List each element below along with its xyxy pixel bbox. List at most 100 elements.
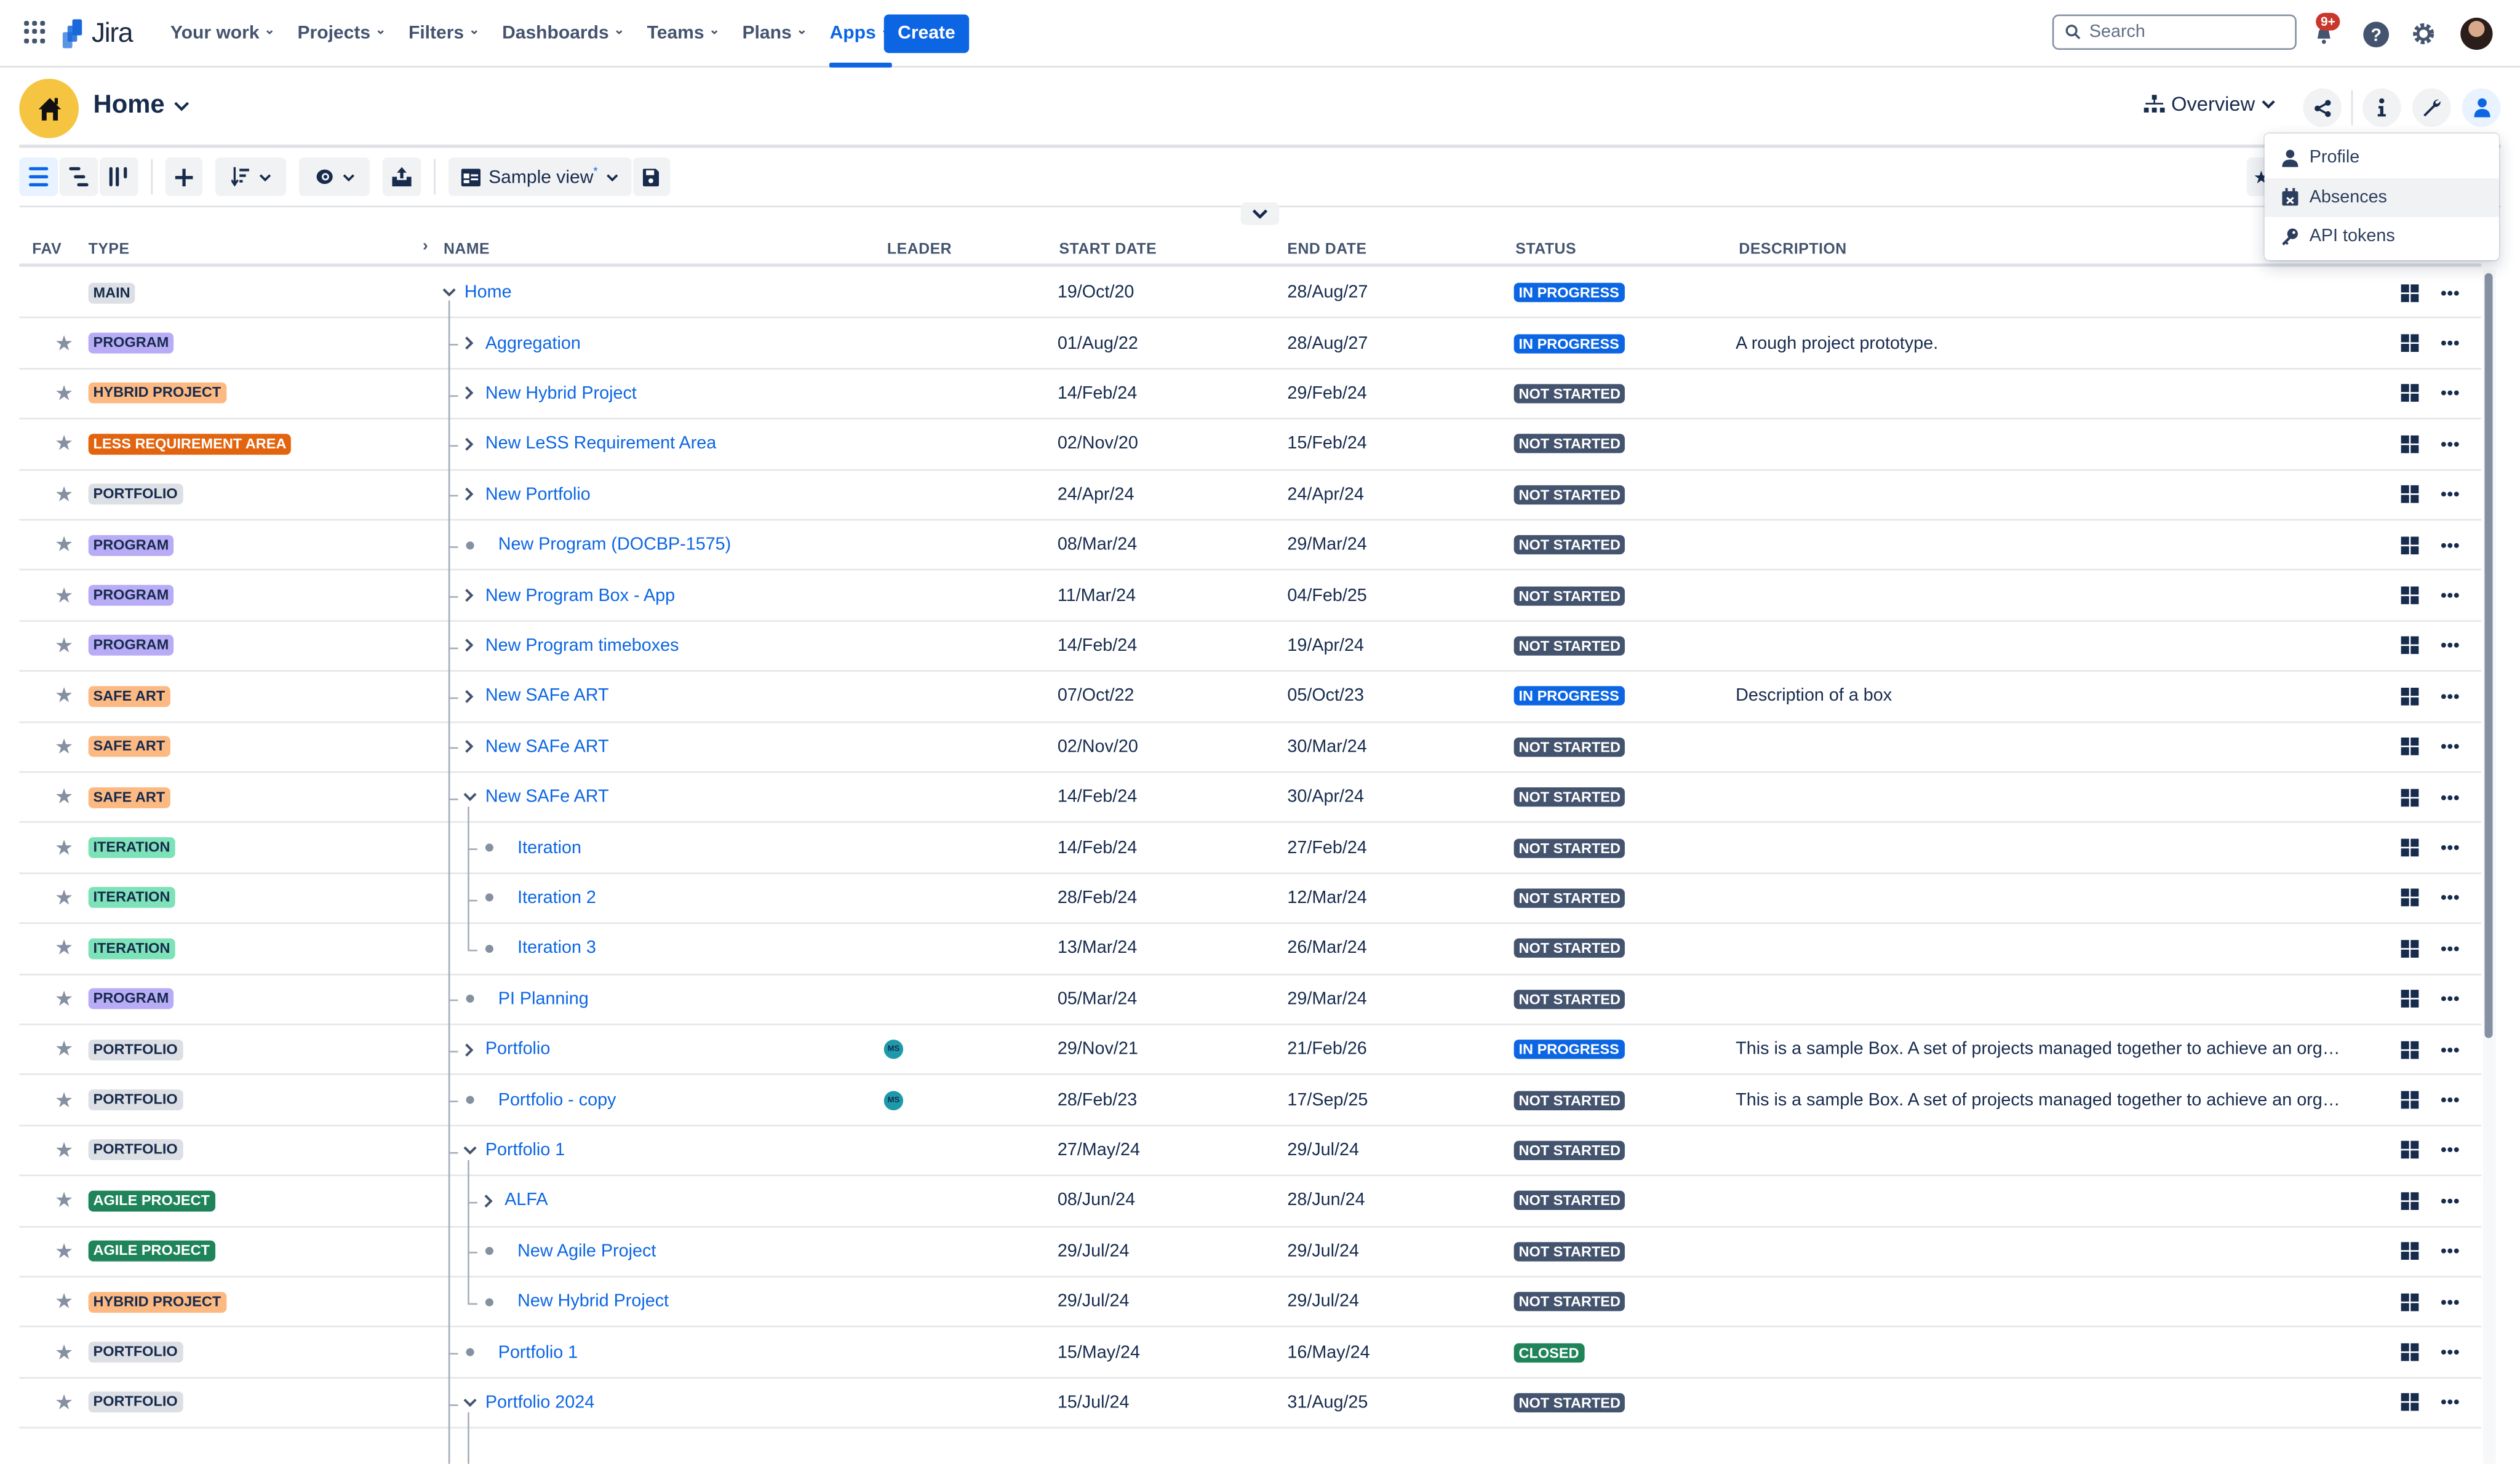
chevron-right-icon[interactable] bbox=[461, 639, 477, 653]
table-row[interactable]: ★ PROGRAM PI Planning 05/Mar/24 29/Mar/24 NOT… bbox=[19, 975, 2482, 1025]
favorite-star-icon[interactable]: ★ bbox=[55, 369, 73, 418]
nav-item-your-work[interactable]: Your work ⌄ bbox=[170, 0, 275, 68]
open-board-button[interactable] bbox=[2401, 470, 2419, 519]
favorite-star-icon[interactable]: ★ bbox=[55, 1378, 73, 1427]
more-actions-button[interactable] bbox=[2441, 1328, 2459, 1377]
more-actions-button[interactable] bbox=[2441, 1076, 2459, 1124]
favorite-star-icon[interactable]: ★ bbox=[55, 975, 73, 1024]
column-header-status[interactable]: STATUS bbox=[1515, 241, 1576, 259]
nav-item-dashboards[interactable]: Dashboards ⌄ bbox=[502, 0, 624, 68]
open-board-button[interactable] bbox=[2401, 571, 2419, 619]
table-row[interactable]: ★ AGILE PROJECT New Agile Project 29/Jul/24… bbox=[19, 1227, 2482, 1278]
open-board-button[interactable] bbox=[2401, 1328, 2419, 1377]
user-avatar[interactable] bbox=[2460, 17, 2493, 50]
favorite-star-icon[interactable]: ★ bbox=[55, 1126, 73, 1175]
item-name-link[interactable]: New Program (DOCBP-1575) bbox=[498, 535, 731, 554]
help-icon[interactable]: ? bbox=[2359, 18, 2391, 50]
share-button[interactable] bbox=[2303, 88, 2342, 127]
favorite-star-icon[interactable]: ★ bbox=[55, 571, 73, 619]
chevron-right-icon[interactable] bbox=[480, 1194, 496, 1209]
chevron-down-icon[interactable] bbox=[461, 792, 477, 802]
table-row[interactable]: ★ PROGRAM New Program timeboxes 14/Feb/24 19… bbox=[19, 621, 2482, 672]
more-actions-button[interactable] bbox=[2441, 369, 2459, 418]
export-button[interactable] bbox=[382, 157, 421, 196]
item-name-link[interactable]: New Hybrid Project bbox=[485, 384, 637, 403]
favorite-star-icon[interactable]: ★ bbox=[55, 925, 73, 973]
table-row[interactable]: ★ SAFE ART New SAFe ART 07/Oct/22 05/Oct/23 I… bbox=[19, 672, 2482, 723]
view-switcher-button[interactable]: Overview bbox=[2143, 93, 2276, 116]
favorite-star-icon[interactable]: ★ bbox=[55, 823, 73, 872]
open-board-button[interactable] bbox=[2401, 773, 2419, 821]
more-actions-button[interactable] bbox=[2441, 268, 2459, 317]
favorite-star-icon[interactable]: ★ bbox=[55, 672, 73, 720]
favorite-star-icon[interactable]: ★ bbox=[55, 621, 73, 670]
more-actions-button[interactable] bbox=[2441, 571, 2459, 619]
nav-item-plans[interactable]: Plans ⌄ bbox=[743, 0, 808, 68]
open-board-button[interactable] bbox=[2401, 1278, 2419, 1326]
table-row[interactable]: ★ PORTFOLIO New Portfolio 24/Apr/24 24/Apr/2… bbox=[19, 470, 2482, 521]
item-name-link[interactable]: New Program timeboxes bbox=[485, 636, 679, 655]
table-row[interactable]: ★ PROGRAM Aggregation 01/Aug/22 28/Aug/27 IN … bbox=[19, 319, 2482, 370]
scrollbar-thumb[interactable] bbox=[2484, 273, 2493, 1038]
item-name-link[interactable]: Aggregation bbox=[485, 333, 581, 352]
settings-gear-icon[interactable] bbox=[2407, 18, 2439, 50]
favorite-star-icon[interactable]: ★ bbox=[55, 773, 73, 821]
column-header-leader[interactable]: LEADER bbox=[887, 241, 952, 259]
more-actions-button[interactable] bbox=[2441, 470, 2459, 519]
column-header-type[interactable]: TYPE bbox=[89, 241, 130, 259]
open-board-button[interactable] bbox=[2401, 621, 2419, 670]
table-row[interactable]: ★ PORTFOLIO Portfolio 2024 15/Jul/24 31/Aug/… bbox=[19, 1378, 2482, 1429]
more-actions-button[interactable] bbox=[2441, 1025, 2459, 1074]
create-button[interactable]: Create bbox=[883, 14, 970, 54]
menu-item-absences[interactable]: Absences bbox=[2264, 177, 2499, 217]
column-header-start-date[interactable]: START DATE bbox=[1059, 241, 1157, 259]
column-header-fav[interactable]: FAV bbox=[32, 241, 62, 259]
leader-avatar[interactable]: MS bbox=[883, 1040, 904, 1059]
table-row[interactable]: ★ ITERATION Iteration 3 13/Mar/24 26/Mar/24 N… bbox=[19, 925, 2482, 975]
collapse-toolbar-button[interactable] bbox=[1240, 202, 1280, 225]
indented-list-button[interactable] bbox=[59, 157, 98, 196]
table-row[interactable]: ★ SAFE ART New SAFe ART 14/Feb/24 30/Apr/24 N… bbox=[19, 773, 2482, 824]
more-actions-button[interactable] bbox=[2441, 621, 2459, 670]
open-board-button[interactable] bbox=[2401, 1227, 2419, 1276]
chevron-right-icon[interactable] bbox=[461, 437, 477, 452]
table-row[interactable]: ★ HYBRID PROJECT New Hybrid Project 14/Feb/… bbox=[19, 369, 2482, 420]
open-board-button[interactable] bbox=[2401, 1378, 2419, 1427]
item-name-link[interactable]: New LeSS Requirement Area bbox=[485, 434, 716, 453]
favorite-star-icon[interactable]: ★ bbox=[55, 722, 73, 771]
table-row[interactable]: ★ PORTFOLIO Portfolio MS 29/Nov/21 21/Feb/26 I… bbox=[19, 1025, 2482, 1076]
settings-wrench-button[interactable] bbox=[2412, 88, 2451, 127]
chevron-down-icon[interactable] bbox=[441, 288, 457, 298]
table-row[interactable]: ★ PORTFOLIO Portfolio 1 15/May/24 16/May/24 C… bbox=[19, 1328, 2482, 1378]
item-name-link[interactable]: Portfolio - copy bbox=[498, 1091, 616, 1110]
chevron-right-icon[interactable] bbox=[461, 386, 477, 401]
more-actions-button[interactable] bbox=[2441, 1227, 2459, 1276]
more-actions-button[interactable] bbox=[2441, 672, 2459, 720]
column-header-name[interactable]: NAME bbox=[444, 241, 490, 259]
favorite-star-icon[interactable]: ★ bbox=[55, 420, 73, 468]
nav-item-projects[interactable]: Projects ⌄ bbox=[298, 0, 386, 68]
table-row[interactable]: ★ ITERATION Iteration 14/Feb/24 27/Feb/24 NOT… bbox=[19, 823, 2482, 874]
open-board-button[interactable] bbox=[2401, 369, 2419, 418]
column-header-description[interactable]: DESCRIPTION bbox=[1739, 241, 1846, 259]
nav-item-filters[interactable]: Filters ⌄ bbox=[409, 0, 480, 68]
chevron-right-icon[interactable] bbox=[461, 487, 477, 502]
chevron-down-icon[interactable] bbox=[461, 1398, 477, 1408]
open-board-button[interactable] bbox=[2401, 520, 2419, 569]
table-row[interactable]: ★ HYBRID PROJECT New Hybrid Project 29/Jul/… bbox=[19, 1278, 2482, 1328]
favorite-star-icon[interactable]: ★ bbox=[55, 470, 73, 519]
open-board-button[interactable] bbox=[2401, 975, 2419, 1024]
menu-item-profile[interactable]: Profile bbox=[2265, 138, 2499, 177]
chevron-right-icon[interactable] bbox=[461, 1043, 477, 1057]
app-switcher-icon[interactable] bbox=[24, 20, 47, 44]
more-actions-button[interactable] bbox=[2441, 1378, 2459, 1427]
more-actions-button[interactable] bbox=[2441, 420, 2459, 468]
more-actions-button[interactable] bbox=[2441, 319, 2459, 367]
more-actions-button[interactable] bbox=[2441, 1126, 2459, 1175]
more-actions-button[interactable] bbox=[2441, 823, 2459, 872]
more-actions-button[interactable] bbox=[2441, 975, 2459, 1024]
item-name-link[interactable]: Portfolio bbox=[485, 1040, 550, 1059]
leader-avatar[interactable]: MS bbox=[883, 1090, 904, 1110]
favorite-star-icon[interactable]: ★ bbox=[55, 520, 73, 569]
favorite-star-icon[interactable]: ★ bbox=[55, 1328, 73, 1377]
